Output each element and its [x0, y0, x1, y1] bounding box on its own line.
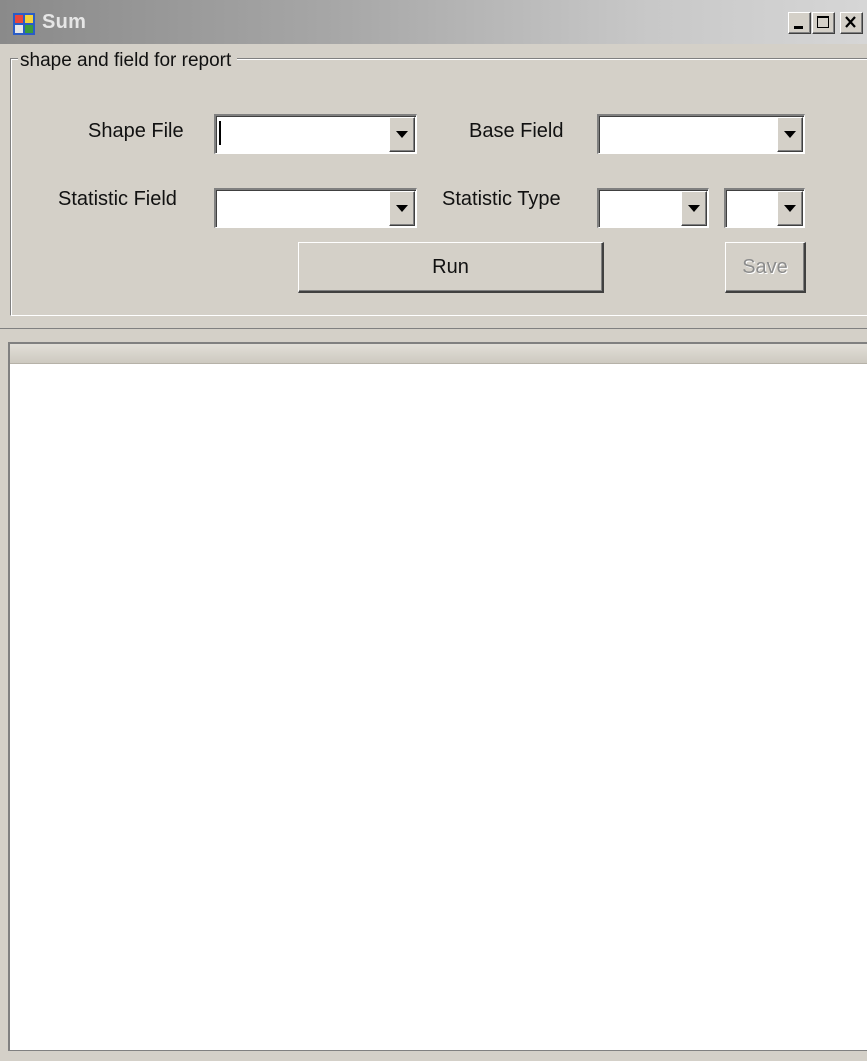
title-bar[interactable]: Sum: [0, 0, 867, 44]
save-button[interactable]: Save: [725, 242, 806, 293]
statistic-type-dropdown-button[interactable]: [681, 191, 707, 226]
base-field-dropdown-button[interactable]: [777, 117, 803, 152]
output-header-bar: [10, 344, 867, 364]
run-button[interactable]: Run: [298, 242, 604, 293]
statistic-field-combo[interactable]: [214, 188, 417, 228]
sum-window: Sum shape and field for report Shape Fil…: [0, 0, 867, 1061]
groupbox-legend: shape and field for report: [18, 50, 238, 72]
window-title: Sum: [42, 11, 87, 33]
statistic-field-dropdown-button[interactable]: [389, 191, 415, 226]
chevron-down-icon: [688, 204, 700, 212]
maximize-button[interactable]: [812, 12, 835, 34]
statistic-type-label: Statistic Type: [442, 188, 561, 210]
chevron-down-icon: [784, 130, 796, 138]
minimize-button[interactable]: [788, 12, 811, 34]
statistic-type-combo[interactable]: [597, 188, 709, 228]
chevron-down-icon: [396, 204, 408, 212]
base-field-combo[interactable]: [597, 114, 805, 154]
output-bottom-edge: [8, 1050, 867, 1061]
statistic-type-secondary-combo[interactable]: [724, 188, 805, 228]
shape-file-dropdown-button[interactable]: [389, 117, 415, 152]
maximize-icon: [817, 16, 829, 28]
panel-splitter[interactable]: [0, 328, 867, 342]
chevron-down-icon: [784, 204, 796, 212]
windows-form-icon: [13, 13, 35, 35]
close-icon: [845, 16, 856, 28]
text-caret: [219, 121, 221, 145]
base-field-label: Base Field: [469, 120, 564, 142]
statistic-field-label: Statistic Field: [58, 188, 177, 210]
statistic-type-secondary-dropdown-button[interactable]: [777, 191, 803, 226]
report-output-area[interactable]: [10, 364, 867, 1050]
close-button[interactable]: [840, 12, 863, 34]
shape-file-label: Shape File: [88, 120, 184, 142]
minimize-icon: [794, 26, 803, 29]
shape-file-combo[interactable]: [214, 114, 417, 154]
chevron-down-icon: [396, 130, 408, 138]
